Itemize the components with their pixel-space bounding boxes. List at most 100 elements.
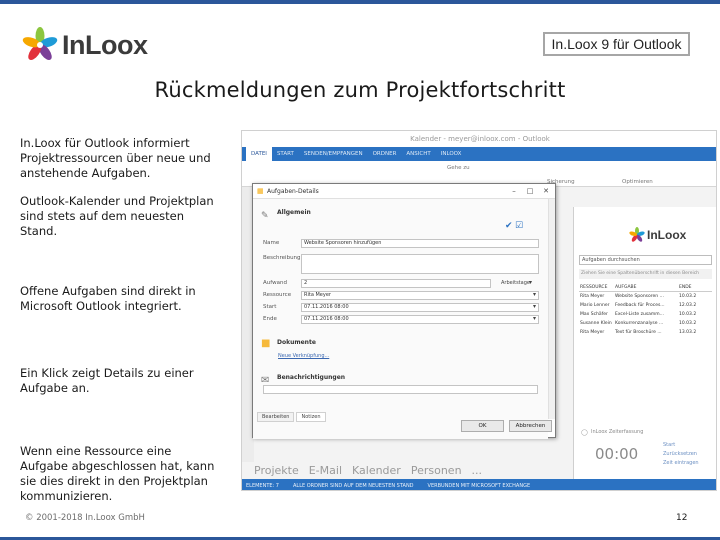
table-row[interactable]: Max Schäfer Excel-Liste zusamm... 10.03.… <box>579 310 712 319</box>
nav-mail[interactable]: E-Mail <box>309 464 342 477</box>
product-label: In.Loox 9 für Outlook <box>543 32 690 56</box>
cell-resource: Rita Meyer <box>580 294 605 299</box>
nav-people[interactable]: Personen <box>411 464 462 477</box>
dialog-tabs: Bearbeiten Notizen <box>257 412 326 422</box>
description-field[interactable] <box>301 254 539 274</box>
chevron-down-icon[interactable]: ▾ <box>533 291 536 298</box>
tab-notizen[interactable]: Notizen <box>296 412 326 422</box>
section-notifications: Benachrichtigungen <box>277 374 346 381</box>
name-field[interactable]: Website Sponsoren hinzufügen <box>301 239 539 248</box>
start-field[interactable]: 07.11.2016 08:00 <box>301 303 539 312</box>
task-details-dialog: ▦ Aufgaben-Details – □ ✕ ✎ Allgemein ✔ ☑… <box>252 183 556 439</box>
table-row[interactable]: Susanne Klein Konkurrenzanalyse ... 10.0… <box>579 319 712 328</box>
pane-search-input[interactable]: Aufgaben durchsuchen <box>579 255 712 265</box>
cell-resource: Mario Lenner <box>580 303 610 308</box>
clock-icon: ◯ <box>581 429 588 436</box>
inloox-logo: InLoox <box>22 22 148 68</box>
close-icon[interactable]: ✕ <box>539 186 553 196</box>
pane-task-grid: RESSOURCE AUFGABE ENDE Rita Meyer Websit… <box>579 283 712 337</box>
edit-icon: ✎ <box>261 211 269 221</box>
col-resource[interactable]: RESSOURCE <box>579 283 614 291</box>
outlook-screenshot: Kalender - meyer@inloox.com - Outlook DA… <box>241 130 717 491</box>
cell-resource: Susanne Klein <box>580 321 612 326</box>
name-label: Name <box>263 240 280 246</box>
dialog-scrollbar[interactable] <box>548 199 555 419</box>
inloox-flower-icon <box>629 227 645 242</box>
ribbon-label-goto[interactable]: Gehe zu <box>447 165 470 171</box>
chevron-down-icon[interactable]: ▾ <box>533 303 536 310</box>
cancel-button[interactable]: Abbrechen <box>509 420 552 432</box>
note-1: In.Loox für Outlook informiert Projektre… <box>20 136 211 180</box>
note-5: Wenn eine Ressource eine Aufgabe abgesch… <box>20 444 215 503</box>
ribbon-tabs: DATEI START SENDEN/EMPFANGEN ORDNER ANSI… <box>242 147 716 161</box>
effort-label: Aufwand <box>263 280 287 286</box>
pane-grid-header: RESSOURCE AUFGABE ENDE <box>579 283 712 292</box>
timer-links: Start Zurücksetzen Zeit eintragen <box>663 441 699 468</box>
nav-projects[interactable]: Projekte <box>254 464 299 477</box>
task-icon: ▦ <box>257 187 264 195</box>
ribbon-tab-ordner[interactable]: ORDNER <box>368 147 402 161</box>
timer-log-link[interactable]: Zeit eintragen <box>663 459 699 468</box>
cell-task: Feedback für Proces... <box>615 303 665 308</box>
cell-end: 10.03.2 <box>679 312 697 317</box>
folder-icon: ■ <box>261 338 271 349</box>
resource-field[interactable]: Rita Meyer <box>301 291 539 300</box>
col-task[interactable]: AUFGABE <box>614 283 678 291</box>
section-documents: Dokumente <box>277 339 316 346</box>
pane-logo: InLoox <box>629 227 686 243</box>
chevron-down-icon[interactable]: ▾ <box>529 279 532 286</box>
cell-task: Excel-Liste zusamm... <box>615 312 664 317</box>
cell-task: Website Sponsoren ... <box>615 294 664 299</box>
timer-start-link[interactable]: Start <box>663 441 699 450</box>
note-3: Offene Aufgaben sind direkt in Microsoft… <box>20 284 196 313</box>
dialog-titlebar: ▦ Aufgaben-Details – □ ✕ <box>253 184 555 199</box>
ribbon-tab-start[interactable]: START <box>272 147 299 161</box>
description-label: Beschreibung <box>263 255 301 261</box>
notification-field[interactable] <box>263 385 538 394</box>
table-row[interactable]: Mario Lenner Feedback für Proces... 12.0… <box>579 301 712 310</box>
logo-text: InLoox <box>62 29 148 60</box>
ok-button[interactable]: OK <box>461 420 504 432</box>
end-field[interactable]: 07.11.2016 08:00 <box>301 315 539 324</box>
start-label: Start <box>263 304 277 310</box>
ribbon-tab-senden[interactable]: SENDEN/EMPFANGEN <box>299 147 368 161</box>
effort-unit-select[interactable]: Arbeitstage <box>501 280 530 286</box>
tab-bearbeiten[interactable]: Bearbeiten <box>257 412 295 422</box>
outlook-window-title: Kalender - meyer@inloox.com - Outlook <box>242 131 716 147</box>
timer-reset-link[interactable]: Zurücksetzen <box>663 450 699 459</box>
dialog-title: Aufgaben-Details <box>267 187 319 195</box>
cell-end: 13.03.2 <box>679 330 697 335</box>
timer-label: InLoox Zeiterfassung <box>591 429 644 435</box>
cell-resource: Max Schäfer <box>580 312 608 317</box>
cell-end: 12.03.2 <box>679 303 697 308</box>
table-row[interactable]: Rita Meyer Text für Broschüre ... 13.03.… <box>579 328 712 337</box>
minimize-icon[interactable]: – <box>507 186 521 196</box>
ribbon-label-optimize[interactable]: Optimieren <box>622 179 653 185</box>
top-rule <box>0 0 720 4</box>
pane-logo-text: InLoox <box>647 228 687 242</box>
ribbon-tab-inloox[interactable]: INLOOX <box>436 147 467 161</box>
ribbon-tab-datei[interactable]: DATEI <box>246 147 272 161</box>
table-row[interactable]: Rita Meyer Website Sponsoren ... 10.03.2 <box>579 292 712 301</box>
page-number: 12 <box>676 513 688 523</box>
checkmark-icon[interactable]: ✔ <box>505 221 513 231</box>
status-sync: ALLE ORDNER SIND AUF DEM NEUESTEN STAND <box>293 482 414 489</box>
timer-display: 00:00 <box>595 445 639 463</box>
slide-title: Rückmeldungen zum Projektfortschritt <box>154 78 566 102</box>
col-end[interactable]: ENDE <box>678 283 712 291</box>
ribbon-tab-ansicht[interactable]: ANSICHT <box>401 147 435 161</box>
effort-field[interactable]: 2 <box>301 279 491 288</box>
new-link-button[interactable]: Neue Verknüpfung... <box>278 353 329 359</box>
checkbox-checked-icon[interactable]: ☑ <box>515 221 523 231</box>
status-items: ELEMENTE: 7 <box>246 482 279 489</box>
dialog-body: ✎ Allgemein ✔ ☑ Name Website Sponsoren h… <box>253 199 548 439</box>
cell-end: 10.03.2 <box>679 294 697 299</box>
chevron-down-icon[interactable]: ▾ <box>533 315 536 322</box>
nav-calendar[interactable]: Kalender <box>352 464 401 477</box>
cell-task: Text für Broschüre ... <box>615 330 662 335</box>
maximize-icon[interactable]: □ <box>523 186 537 196</box>
time-tracking: ◯ InLoox Zeiterfassung 00:00 Start Zurüc… <box>579 429 712 477</box>
section-general: Allgemein <box>277 209 311 216</box>
nav-more[interactable]: ... <box>472 464 483 477</box>
cell-resource: Rita Meyer <box>580 330 605 335</box>
